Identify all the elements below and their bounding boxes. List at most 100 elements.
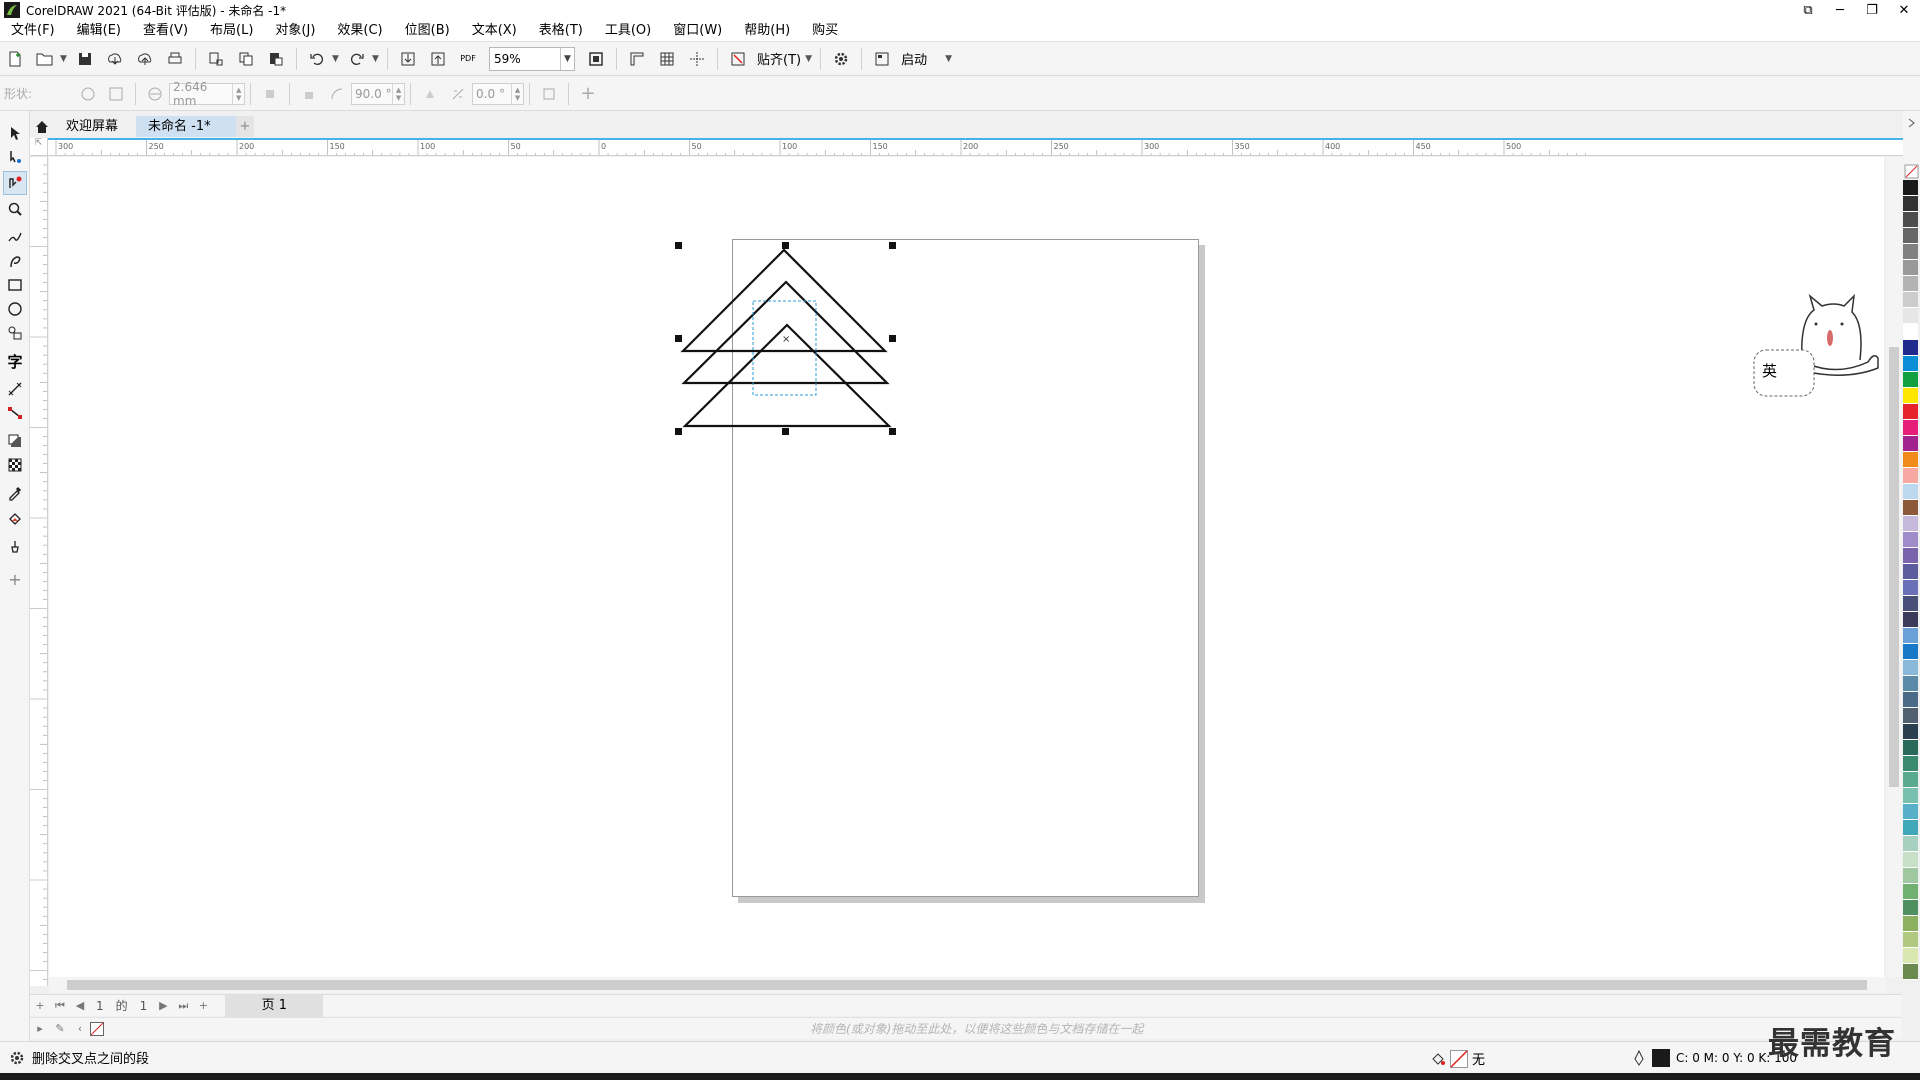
transparency-tool-icon[interactable] — [3, 453, 27, 477]
print-icon[interactable] — [161, 46, 189, 72]
palette-swatch[interactable] — [1903, 532, 1918, 548]
ellipse-tool-icon[interactable] — [3, 297, 27, 321]
palette-swatch[interactable] — [1903, 596, 1918, 612]
full-screen-preview-icon[interactable] — [582, 46, 610, 72]
rotation-center-marker[interactable]: × — [782, 334, 790, 345]
launch-label[interactable]: 启动 — [901, 49, 927, 68]
drawing-canvas[interactable]: × — [49, 157, 1884, 977]
open-dropdown-icon[interactable]: ▼ — [60, 54, 70, 64]
tab-document[interactable]: 未命名 -1* — [136, 116, 236, 137]
zoom-tool-icon[interactable] — [3, 197, 27, 221]
ellipse-shape-icon[interactable] — [76, 82, 100, 106]
snap-to-menu[interactable]: 贴齐(T) — [757, 49, 801, 68]
menu-view[interactable]: 查看(V) — [132, 20, 199, 42]
outline-width-field[interactable]: 2.646 mm ▲ ▼ — [169, 80, 246, 108]
menu-edit[interactable]: 编辑(E) — [66, 20, 132, 42]
smart-drawing-tool-icon[interactable] — [3, 535, 27, 559]
ruler-origin[interactable]: ⇱ — [30, 138, 48, 156]
triangle-drawing[interactable]: × — [49, 157, 1884, 977]
palette-swatch[interactable] — [1903, 900, 1918, 916]
add-page-after-icon[interactable]: + — [193, 999, 213, 1012]
triangle-middle[interactable] — [681, 280, 890, 385]
launch-dropdown-icon[interactable]: ▼ — [945, 54, 955, 64]
palette-left-icon[interactable]: ‹ — [70, 1022, 90, 1035]
palette-swatch[interactable] — [1903, 932, 1918, 948]
end-arrowhead-icon[interactable] — [297, 82, 321, 106]
horizontal-ruler[interactable]: 300 250 200 150 100 50 0 50 100 150 200 250 300 350 40… — [48, 138, 1903, 156]
previous-page-icon[interactable]: ◀ — [70, 999, 90, 1012]
undo-dropdown-icon[interactable]: ▼ — [332, 54, 342, 64]
palette-swatch[interactable] — [1903, 612, 1918, 628]
palette-swatch[interactable] — [1903, 356, 1918, 372]
palette-swatch[interactable] — [1903, 484, 1918, 500]
publish-pdf-icon[interactable]: PDF — [454, 46, 482, 72]
show-guidelines-icon[interactable] — [683, 46, 711, 72]
zoom-level-select[interactable]: 59% ▼ — [489, 46, 575, 71]
menu-buy[interactable]: 购买 — [801, 20, 849, 42]
save-icon[interactable] — [71, 46, 99, 72]
palette-swatch[interactable] — [1903, 388, 1918, 404]
eyedropper-tool-icon[interactable] — [3, 481, 27, 505]
palette-swatch[interactable] — [1903, 564, 1918, 580]
palette-swatch[interactable] — [1903, 788, 1918, 804]
smooth-icon[interactable] — [418, 82, 442, 106]
palette-swatch[interactable] — [1903, 660, 1918, 676]
palette-swatch[interactable] — [1903, 868, 1918, 884]
palette-swatch[interactable] — [1903, 916, 1918, 932]
menu-table[interactable]: 表格(T) — [528, 20, 594, 42]
show-grid-icon[interactable] — [653, 46, 681, 72]
palette-swatch[interactable] — [1903, 516, 1918, 532]
palette-swatch[interactable] — [1903, 756, 1918, 772]
rectangle-tool-icon[interactable] — [3, 273, 27, 297]
palette-swatch[interactable] — [1903, 260, 1918, 276]
palette-swatch[interactable] — [1903, 884, 1918, 900]
rectangle-shape-icon[interactable] — [104, 82, 128, 106]
polygon-tool-icon[interactable] — [3, 321, 27, 345]
palette-swatch[interactable] — [1903, 420, 1918, 436]
palette-swatch[interactable] — [1903, 196, 1918, 212]
export-icon[interactable] — [424, 46, 452, 72]
menu-bitmaps[interactable]: 位图(B) — [394, 20, 461, 42]
options-gear-icon[interactable] — [827, 46, 855, 72]
vertical-scrollbar[interactable] — [1886, 157, 1902, 977]
ime-mascot-widget[interactable]: 英 — [1752, 290, 1882, 404]
menu-tools[interactable]: 工具(O) — [594, 20, 662, 42]
add-icon[interactable]: + — [576, 82, 600, 106]
menu-text[interactable]: 文本(X) — [461, 20, 528, 42]
page-1-tab[interactable]: 页 1 — [225, 994, 324, 1017]
spinner-icon[interactable]: ▲ ▼ — [232, 83, 244, 104]
artistic-media-tool-icon[interactable] — [3, 249, 27, 273]
palette-swatch[interactable] — [1903, 948, 1918, 964]
palette-swatch[interactable] — [1903, 852, 1918, 868]
freehand-tool-icon[interactable] — [3, 225, 27, 249]
add-tab-button[interactable]: + — [236, 116, 254, 137]
menu-window[interactable]: 窗口(W) — [662, 20, 733, 42]
palette-swatch[interactable] — [1903, 548, 1918, 564]
skew-field[interactable]: 0.0 ° ▲ ▼ — [472, 82, 525, 105]
palette-swatch[interactable] — [1903, 708, 1918, 724]
smart-fill-tool-icon[interactable] — [3, 171, 27, 195]
menu-effects[interactable]: 效果(C) — [326, 20, 393, 42]
vertical-ruler[interactable] — [30, 156, 48, 986]
eyedropper-icon[interactable]: ✎ — [50, 1022, 70, 1035]
show-rulers-icon[interactable] — [623, 46, 651, 72]
palette-swatch[interactable] — [1903, 452, 1918, 468]
cloud-download-icon[interactable] — [101, 46, 129, 72]
close-button[interactable]: ✕ — [1888, 0, 1920, 20]
interactive-fill-tool-icon[interactable] — [3, 507, 27, 531]
maximize-button[interactable]: ❐ — [1856, 0, 1888, 20]
new-document-icon[interactable] — [1, 46, 29, 72]
no-color-swatch[interactable] — [90, 1021, 104, 1036]
palette-swatch[interactable] — [1903, 676, 1918, 692]
palette-swatch[interactable] — [1903, 244, 1918, 260]
status-gear-icon[interactable] — [8, 1049, 26, 1067]
palette-swatch[interactable] — [1903, 308, 1918, 324]
palette-swatch[interactable] — [1903, 740, 1918, 756]
import-icon[interactable] — [394, 46, 422, 72]
palette-swatch[interactable] — [1903, 820, 1918, 836]
palette-swatch[interactable] — [1903, 628, 1918, 644]
palette-swatch[interactable] — [1903, 724, 1918, 740]
copy-icon[interactable] — [232, 46, 260, 72]
start-arrowhead-icon[interactable] — [258, 82, 282, 106]
home-icon[interactable] — [30, 116, 54, 137]
